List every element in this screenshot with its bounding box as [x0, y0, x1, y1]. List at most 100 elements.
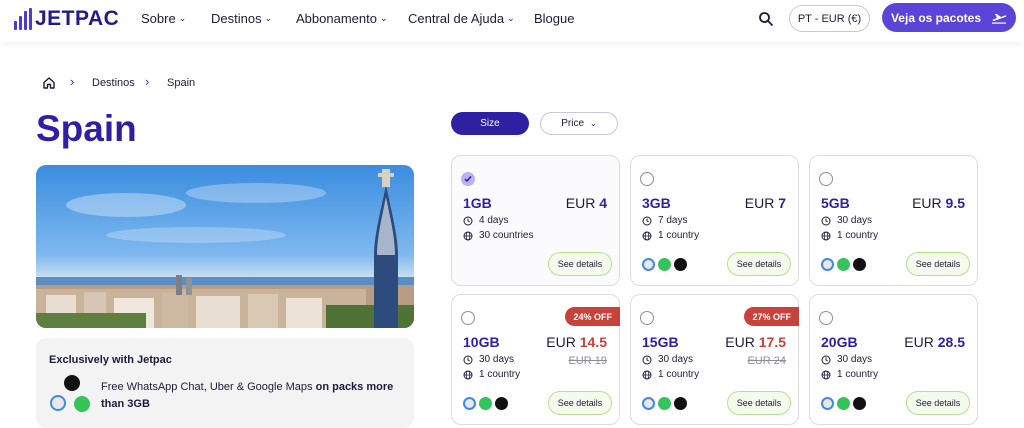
- uber-icon: [674, 258, 687, 271]
- pack-size: 1GB: [463, 195, 492, 211]
- whatsapp-icon: [658, 258, 671, 271]
- pack-duration: 30 days: [463, 354, 514, 365]
- breadcrumb-destinos[interactable]: Destinos: [92, 77, 135, 89]
- pack-coverage: 1 country: [463, 369, 520, 380]
- tab-price[interactable]: Price ⌄: [540, 112, 618, 135]
- pack-size: 15GB: [642, 334, 679, 350]
- uber-icon: [674, 397, 687, 410]
- search-icon[interactable]: [757, 10, 775, 28]
- pack-card-20gb[interactable]: 20GB EUR 28.5 30 days 1 country See deta…: [809, 294, 978, 425]
- clock-icon: [463, 216, 473, 225]
- radio-unselected[interactable]: [819, 311, 833, 325]
- coverage-text: 1 country: [479, 369, 521, 380]
- home-icon[interactable]: [42, 76, 56, 90]
- pack-price: EUR 9.5: [912, 195, 965, 211]
- price-currency: EUR: [546, 334, 576, 350]
- google-maps-icon: [642, 258, 655, 271]
- nav-central-de-ajuda[interactable]: Central de Ajuda ⌄: [408, 11, 515, 26]
- clock-icon: [821, 355, 831, 364]
- pack-card-1gb[interactable]: 1GB EUR 4 4 days 30 countries See detail…: [451, 155, 620, 286]
- duration-text: 30 days: [837, 354, 873, 365]
- whatsapp-icon: [479, 397, 492, 410]
- google-maps-icon: [821, 397, 834, 410]
- uber-icon: [853, 397, 866, 410]
- price-value: 7: [778, 195, 786, 211]
- duration-text: 4 days: [479, 215, 509, 226]
- included-apps: [821, 258, 866, 271]
- destination-hero-image: [36, 165, 414, 328]
- pack-price: EUR 14.5: [546, 334, 607, 350]
- perks-text: Free WhatsApp Chat, Uber & Google Maps o…: [101, 379, 401, 413]
- google-maps-icon: [463, 397, 476, 410]
- radio-unselected[interactable]: [461, 311, 475, 325]
- radio-unselected[interactable]: [819, 172, 833, 186]
- price-value: 14.5: [579, 334, 607, 350]
- price-currency: EUR: [904, 334, 934, 350]
- clock-icon: [463, 355, 473, 364]
- included-apps: [463, 397, 508, 410]
- pack-duration: 30 days: [642, 354, 693, 365]
- radio-unselected[interactable]: [640, 311, 654, 325]
- clock-icon: [642, 355, 652, 364]
- pack-duration: 30 days: [821, 215, 872, 226]
- whatsapp-icon: [837, 258, 850, 271]
- google-maps-icon: [642, 397, 655, 410]
- nav-label: Central de Ajuda: [408, 11, 505, 26]
- tab-label: Price: [561, 118, 585, 129]
- see-details-button[interactable]: See details: [548, 252, 612, 276]
- nav-sobre[interactable]: Sobre ⌄: [141, 11, 186, 26]
- pack-price: EUR 17.5: [725, 334, 786, 350]
- price-currency: EUR: [912, 195, 942, 211]
- see-details-button[interactable]: See details: [727, 391, 791, 415]
- chevron-down-icon: ⌄: [264, 13, 273, 23]
- cta-label: Veja os pacotes: [890, 10, 982, 25]
- uber-icon: [853, 258, 866, 271]
- nav-abbonamento[interactable]: Abbonamento ⌄: [296, 11, 388, 26]
- check-icon: [464, 176, 472, 183]
- pack-size: 5GB: [821, 195, 850, 211]
- price-currency: EUR: [565, 195, 596, 211]
- see-details-button[interactable]: See details: [727, 252, 791, 276]
- clock-icon: [642, 216, 652, 225]
- included-apps: [642, 258, 687, 271]
- see-details-button[interactable]: See details: [548, 391, 612, 415]
- included-apps: [821, 397, 866, 410]
- discount-badge: 24% OFF: [565, 307, 620, 326]
- globe-icon: [642, 231, 652, 240]
- price-currency: EUR: [725, 334, 755, 350]
- pack-card-5gb[interactable]: 5GB EUR 9.5 30 days 1 country See detail…: [809, 155, 978, 286]
- pack-card-10gb[interactable]: 24% OFF 10GB EUR 14.5 EUR 19 30 days 1 c…: [451, 294, 620, 425]
- pack-card-3gb[interactable]: 3GB EUR 7 7 days 1 country See details: [630, 155, 799, 286]
- whatsapp-icon: [658, 397, 671, 410]
- price-currency: EUR: [744, 195, 775, 211]
- coverage-text: 1 country: [837, 369, 879, 380]
- nav-destinos[interactable]: Destinos ⌄: [211, 11, 272, 26]
- pack-price: EUR 28.5: [904, 334, 965, 350]
- original-price: EUR 19: [568, 355, 607, 367]
- see-details-button[interactable]: See details: [906, 252, 970, 276]
- currency-selector[interactable]: PT - EUR (€): [789, 5, 870, 32]
- view-packages-button[interactable]: Veja os pacotes: [882, 3, 1016, 32]
- chevron-down-icon: ⌄: [590, 119, 597, 128]
- price-value: 4: [599, 195, 607, 211]
- pack-size: 3GB: [642, 195, 671, 211]
- pack-duration: 30 days: [821, 354, 872, 365]
- radio-selected[interactable]: [461, 172, 475, 186]
- google-maps-icon: [821, 258, 834, 271]
- pack-size: 10GB: [463, 334, 500, 350]
- chevron-down-icon: ⌄: [379, 13, 388, 23]
- see-details-button[interactable]: See details: [906, 391, 970, 415]
- page-title: Spain: [36, 108, 137, 149]
- radio-unselected[interactable]: [640, 172, 654, 186]
- tab-label: Size: [480, 118, 500, 129]
- jetpac-logo[interactable]: JETPAC: [14, 7, 119, 31]
- pack-price: EUR 7: [745, 195, 786, 211]
- tab-size[interactable]: Size: [451, 112, 529, 135]
- nav-label: Sobre: [141, 11, 176, 26]
- pack-card-15gb[interactable]: 27% OFF 15GB EUR 17.5 EUR 24 30 days 1 c…: [630, 294, 799, 425]
- coverage-text: 1 country: [658, 369, 700, 380]
- perks-heading: Exclusively with Jetpac: [49, 354, 172, 366]
- nav-blogue[interactable]: Blogue: [534, 11, 574, 26]
- included-apps: [642, 397, 687, 410]
- breadcrumb-separator-icon: ›: [70, 74, 75, 89]
